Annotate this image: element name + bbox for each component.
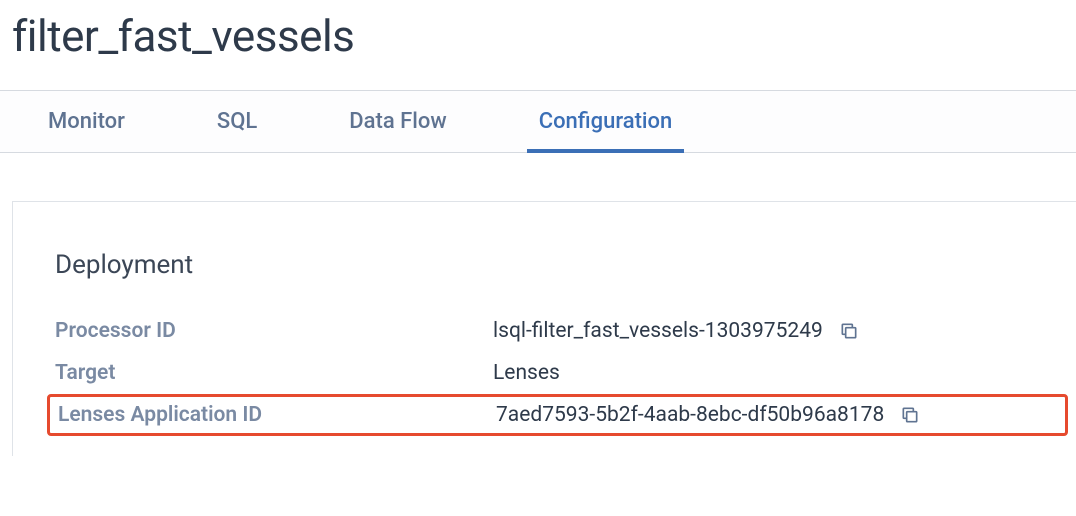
- tab-sql[interactable]: SQL: [217, 91, 257, 152]
- page-container: filter_fast_vessels Monitor SQL Data Flo…: [0, 0, 1076, 456]
- processor-id-value: lsql-filter_fast_vessels-1303975249: [493, 319, 823, 343]
- target-row: Target Lenses: [55, 352, 1076, 394]
- processor-id-row: Processor ID lsql-filter_fast_vessels-13…: [55, 310, 1076, 352]
- lenses-app-id-value-wrap: 7aed7593-5b2f-4aab-8ebc-df50b96a8178: [496, 403, 1057, 427]
- copy-icon: [839, 321, 859, 341]
- tabs-bar: Monitor SQL Data Flow Configuration: [0, 90, 1076, 153]
- target-label: Target: [55, 361, 493, 385]
- copy-lenses-app-id-button[interactable]: [898, 403, 922, 427]
- processor-id-label: Processor ID: [55, 319, 493, 343]
- deployment-section-title: Deployment: [55, 250, 1076, 280]
- copy-processor-id-button[interactable]: [837, 319, 861, 343]
- page-title: filter_fast_vessels: [0, 0, 1076, 90]
- copy-icon: [900, 405, 920, 425]
- tab-monitor[interactable]: Monitor: [48, 91, 125, 152]
- lenses-app-id-label: Lenses Application ID: [58, 403, 496, 427]
- target-value: Lenses: [493, 361, 560, 385]
- lenses-app-id-value: 7aed7593-5b2f-4aab-8ebc-df50b96a8178: [496, 403, 884, 427]
- lenses-app-id-row: Lenses Application ID 7aed7593-5b2f-4aab…: [47, 394, 1068, 436]
- target-value-wrap: Lenses: [493, 361, 1076, 385]
- tab-configuration[interactable]: Configuration: [539, 91, 673, 152]
- processor-id-value-wrap: lsql-filter_fast_vessels-1303975249: [493, 319, 1076, 343]
- tab-dataflow[interactable]: Data Flow: [349, 91, 446, 152]
- configuration-panel: Deployment Processor ID lsql-filter_fast…: [12, 201, 1076, 456]
